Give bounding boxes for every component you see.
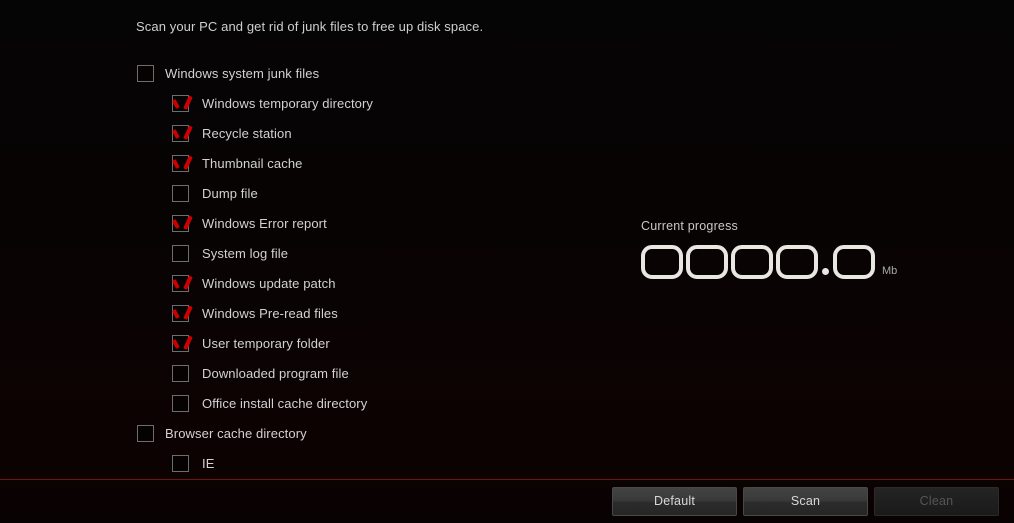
list-item[interactable]: Windows Pre-read files xyxy=(0,298,620,328)
checkbox-unchecked-icon[interactable] xyxy=(172,184,189,202)
list-item[interactable]: Downloaded program file xyxy=(0,358,620,388)
progress-digit-cell xyxy=(776,245,818,279)
list-item[interactable]: Browser cache directory xyxy=(0,418,620,448)
list-item[interactable]: System log file xyxy=(0,238,620,268)
current-progress-panel: Current progress Mb xyxy=(641,219,897,279)
list-item-label: Windows Pre-read files xyxy=(202,305,338,321)
progress-digit-cell xyxy=(731,245,773,279)
list-item[interactable]: Office install cache directory xyxy=(0,388,620,418)
list-item-label: System log file xyxy=(202,245,289,261)
list-item[interactable]: Dump file xyxy=(0,178,620,208)
progress-unit-label: Mb xyxy=(882,265,898,277)
junk-cleaner-window: Scan your PC and get rid of junk files t… xyxy=(0,0,1014,523)
list-item[interactable]: Windows update patch xyxy=(0,268,620,298)
progress-digit-cell xyxy=(641,245,683,279)
btn-default[interactable]: Default xyxy=(612,487,737,516)
btn-scan[interactable]: Scan xyxy=(743,487,868,516)
list-item-label: Downloaded program file xyxy=(202,365,349,381)
progress-decimal-point xyxy=(822,268,829,275)
checkbox-checked-icon[interactable] xyxy=(172,274,189,292)
list-item-label: Office install cache directory xyxy=(202,395,368,411)
checkbox-unchecked-icon[interactable] xyxy=(172,454,189,472)
checkbox-unchecked-icon[interactable] xyxy=(172,364,189,382)
checkbox-checked-icon[interactable] xyxy=(172,154,189,172)
list-item-label: User temporary folder xyxy=(202,335,330,351)
list-item[interactable]: Windows temporary directory xyxy=(0,88,620,118)
list-item[interactable]: Thumbnail cache xyxy=(0,148,620,178)
list-item-label: Browser cache directory xyxy=(165,425,307,441)
list-item-label: IE xyxy=(202,455,215,471)
list-item[interactable]: User temporary folder xyxy=(0,328,620,358)
progress-digit-cell xyxy=(686,245,728,279)
list-item-label: Windows Error report xyxy=(202,215,327,231)
checkbox-unchecked-icon[interactable] xyxy=(137,64,154,82)
checkbox-checked-icon[interactable] xyxy=(172,124,189,142)
list-item-label: Windows update patch xyxy=(202,275,336,291)
list-item-label: Recycle station xyxy=(202,125,292,141)
junk-category-list: Windows system junk files Windows tempora… xyxy=(0,58,620,476)
checkbox-checked-icon[interactable] xyxy=(172,334,189,352)
page-description: Scan your PC and get rid of junk files t… xyxy=(136,19,484,34)
progress-digit-cell xyxy=(833,245,875,279)
list-item-label: Thumbnail cache xyxy=(202,155,303,171)
checkbox-checked-icon[interactable] xyxy=(172,94,189,112)
list-item[interactable]: Recycle station xyxy=(0,118,620,148)
checkbox-unchecked-icon[interactable] xyxy=(172,394,189,412)
btn-clean: Clean xyxy=(874,487,999,516)
checkbox-unchecked-icon[interactable] xyxy=(137,424,154,442)
progress-digit-display: Mb xyxy=(641,245,897,279)
checkbox-unchecked-icon[interactable] xyxy=(172,244,189,262)
footer-button-bar: Default Scan Clean xyxy=(0,480,1014,523)
list-item[interactable]: Windows system junk files xyxy=(0,58,620,88)
progress-title: Current progress xyxy=(641,219,738,233)
list-item-label: Windows temporary directory xyxy=(202,95,374,111)
checkbox-checked-icon[interactable] xyxy=(172,214,189,232)
list-item[interactable]: Windows Error report xyxy=(0,208,620,238)
list-item-label: Dump file xyxy=(202,185,258,201)
checkbox-checked-icon[interactable] xyxy=(172,304,189,322)
list-item[interactable]: IE xyxy=(0,448,620,478)
list-item-label: Windows system junk files xyxy=(165,65,320,81)
